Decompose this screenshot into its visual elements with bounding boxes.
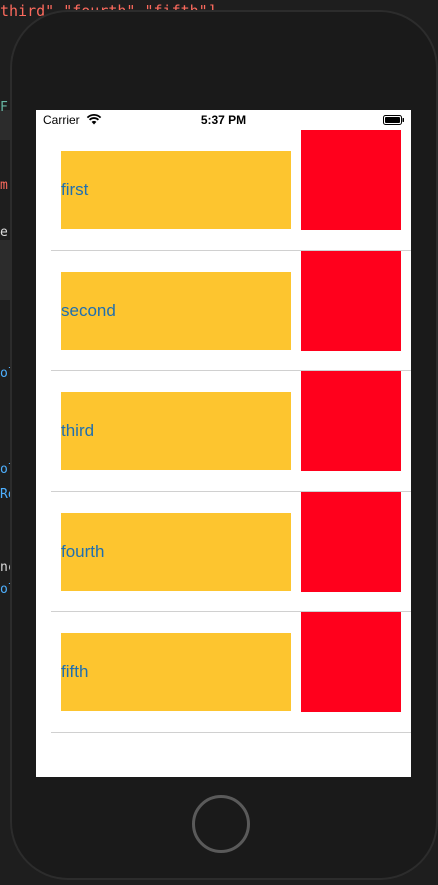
table-row[interactable]: fifth <box>36 612 411 733</box>
table-row[interactable]: second <box>36 250 411 371</box>
code-fragment: m <box>0 178 8 193</box>
row-label: second <box>61 300 116 320</box>
status-bar: Carrier 5:37 PM <box>36 110 411 130</box>
label-background: fifth <box>61 633 291 711</box>
row-label: third <box>61 421 95 440</box>
battery-icon <box>383 115 404 125</box>
thumbnail-view <box>301 371 401 471</box>
thumbnail-view <box>301 130 401 230</box>
label-background: second <box>61 271 291 350</box>
table-row[interactable]: fourth <box>36 491 411 612</box>
table-view[interactable]: first second third fourth fifth <box>36 130 411 733</box>
label-background: third <box>61 392 291 470</box>
simulator-device-frame: Carrier 5:37 PM first second third fourt… <box>10 10 438 880</box>
thumbnail-view <box>301 250 401 351</box>
label-background: first <box>61 151 291 229</box>
row-label: fifth <box>61 662 89 681</box>
row-separator <box>51 731 411 733</box>
thumbnail-view <box>301 612 401 712</box>
thumbnail-view <box>301 491 401 592</box>
label-background: fourth <box>61 512 291 591</box>
table-row[interactable]: first <box>36 130 411 251</box>
status-time: 5:37 PM <box>200 113 247 127</box>
table-row[interactable]: third <box>36 371 411 492</box>
phone-screen: Carrier 5:37 PM first second third fourt… <box>36 110 411 777</box>
home-button[interactable] <box>192 795 250 853</box>
row-label: first <box>61 180 89 199</box>
editor-gutter-marker <box>0 240 10 300</box>
row-label: fourth <box>61 541 105 561</box>
